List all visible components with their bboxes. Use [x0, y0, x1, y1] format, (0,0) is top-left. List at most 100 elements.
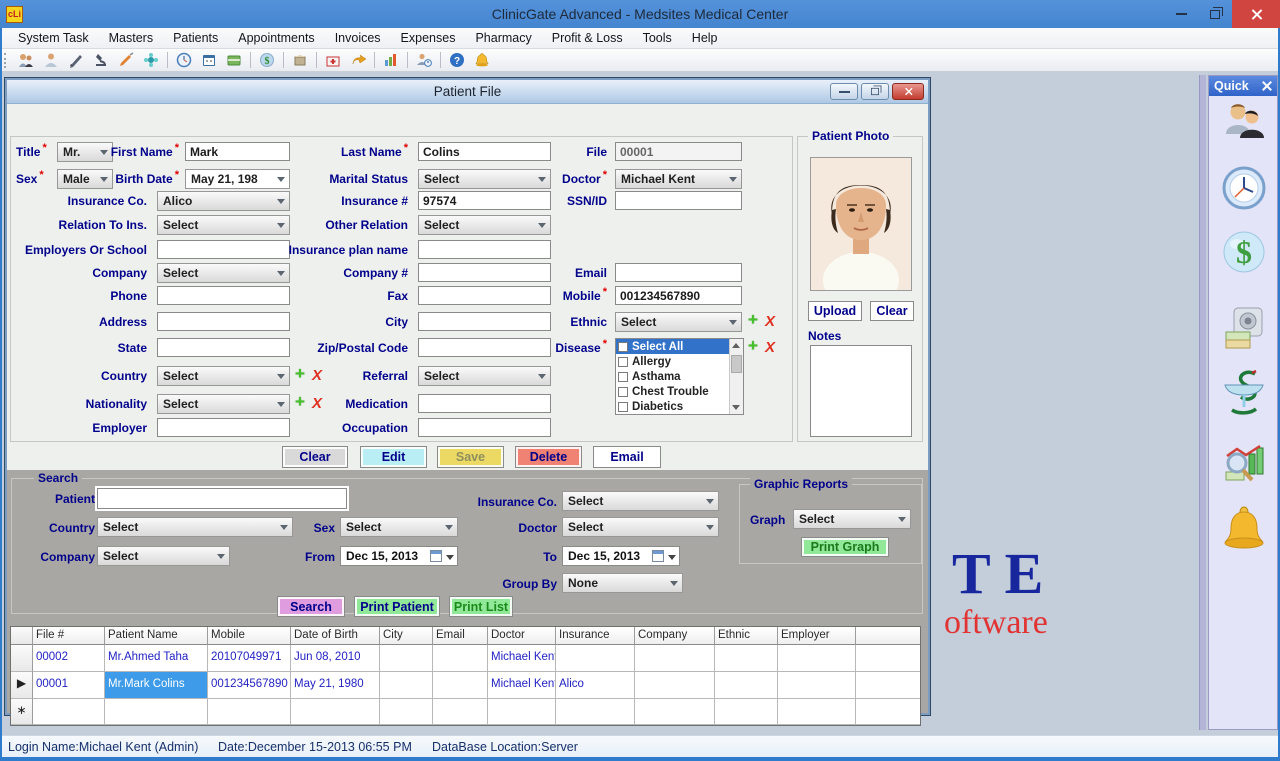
grid-header-email[interactable]: Email	[433, 627, 488, 645]
title-select[interactable]: Mr.	[57, 142, 113, 162]
search-to-date[interactable]: Dec 15, 2013	[562, 546, 680, 566]
disease-option[interactable]: Diabetics	[616, 399, 743, 414]
menu-profit-loss[interactable]: Profit & Loss	[542, 29, 633, 47]
new-row-marker[interactable]: ∗	[11, 699, 33, 725]
ethnic-add-icon[interactable]: +	[748, 310, 758, 330]
birth-date-select[interactable]: May 21, 198	[185, 169, 290, 189]
doctor-icon[interactable]	[42, 51, 60, 69]
billing-dollar-icon[interactable]: $	[1222, 228, 1266, 276]
disease-delete-icon[interactable]: X	[765, 339, 775, 356]
session-icon[interactable]	[415, 51, 433, 69]
pharmacy-icon[interactable]	[324, 51, 342, 69]
cell-dob[interactable]: Jun 08, 2010	[291, 645, 380, 672]
search-button[interactable]: Search	[277, 596, 345, 617]
ssn-input[interactable]	[615, 191, 742, 210]
grid-header-name[interactable]: Patient Name	[105, 627, 208, 645]
fax-input[interactable]	[418, 286, 551, 305]
menu-appointments[interactable]: Appointments	[228, 29, 324, 47]
sex-select[interactable]: Male	[57, 169, 113, 189]
employers-or-school-input[interactable]	[157, 240, 290, 259]
nationality-select[interactable]: Select	[157, 394, 290, 414]
search-country-select[interactable]: Select	[97, 517, 293, 537]
cell-empty[interactable]	[208, 699, 291, 725]
menu-invoices[interactable]: Invoices	[325, 29, 391, 47]
marital-status-select[interactable]: Select	[418, 169, 551, 189]
inner-minimize-button[interactable]	[830, 83, 858, 100]
delete-button[interactable]: Delete	[515, 446, 582, 468]
print-list-button[interactable]: Print List	[449, 596, 513, 617]
cell-email[interactable]	[433, 672, 488, 699]
grid-header-ethnic[interactable]: Ethnic	[715, 627, 778, 645]
address-input[interactable]	[157, 312, 290, 331]
disease-option[interactable]: Asthama	[616, 369, 743, 384]
occupation-input[interactable]	[418, 418, 551, 437]
other-relation-select[interactable]: Select	[418, 215, 551, 235]
prescription-icon[interactable]	[67, 51, 85, 69]
insurance-co-select[interactable]: Alico	[157, 191, 290, 211]
cell-employer[interactable]	[778, 645, 856, 672]
payments-icon[interactable]: $	[258, 51, 276, 69]
cell-employer[interactable]	[778, 672, 856, 699]
grid-header-employer[interactable]: Employer	[778, 627, 856, 645]
insurance-num-input[interactable]: 97574	[418, 191, 551, 210]
grid-header-company[interactable]: Company	[635, 627, 715, 645]
quick-panel-splitter[interactable]	[1199, 75, 1206, 730]
ethnic-select[interactable]: Select	[615, 312, 742, 332]
last-name-input[interactable]: Colins	[418, 142, 551, 161]
print-graph-button[interactable]: Print Graph	[801, 537, 889, 557]
appointments-clock-icon[interactable]	[1222, 164, 1266, 212]
zip-input[interactable]	[418, 338, 551, 357]
row-selector[interactable]	[11, 645, 33, 672]
cell-city[interactable]	[380, 645, 433, 672]
menu-tools[interactable]: Tools	[633, 29, 682, 47]
country-delete-icon[interactable]: X	[312, 367, 322, 384]
insurance-plan-input[interactable]	[418, 240, 551, 259]
group-by-select[interactable]: None	[562, 573, 683, 593]
checkbox-icon[interactable]	[618, 372, 628, 382]
disease-option[interactable]: Select All	[616, 339, 743, 354]
doctor-select[interactable]: Michael Kent	[615, 169, 742, 189]
cell-empty[interactable]	[33, 699, 105, 725]
new-row[interactable]: ∗	[11, 699, 920, 725]
table-row[interactable]: 00002 Mr.Ahmed Taha 20107049971 Jun 08, …	[11, 645, 920, 672]
cell-empty[interactable]	[715, 699, 778, 725]
cash-safe-icon[interactable]	[1222, 304, 1266, 352]
search-company-select[interactable]: Select	[97, 546, 230, 566]
cell-name[interactable]: Mr.Ahmed Taha	[105, 645, 208, 672]
appointments-icon[interactable]	[175, 51, 193, 69]
checkbox-icon[interactable]	[618, 387, 628, 397]
cell-empty[interactable]	[488, 699, 556, 725]
email-input[interactable]	[615, 263, 742, 282]
services-icon[interactable]	[142, 51, 160, 69]
disease-add-icon[interactable]: +	[748, 336, 758, 356]
phone-input[interactable]	[157, 286, 290, 305]
close-button[interactable]	[1232, 0, 1280, 28]
medication-input[interactable]	[418, 394, 551, 413]
country-select[interactable]: Select	[157, 366, 290, 386]
cell-doctor[interactable]: Michael Kent	[488, 645, 556, 672]
checkbox-icon[interactable]	[618, 402, 628, 412]
cell-city[interactable]	[380, 672, 433, 699]
grid-header-mobile[interactable]: Mobile	[208, 627, 291, 645]
patients-icon[interactable]	[17, 51, 35, 69]
cell-doctor[interactable]: Michael Kent	[488, 672, 556, 699]
cell-insurance[interactable]: Alico	[556, 672, 635, 699]
inner-restore-button[interactable]	[861, 83, 889, 100]
photo-upload-button[interactable]: Upload	[808, 301, 862, 321]
patients-icon[interactable]	[1222, 100, 1266, 148]
employer-input[interactable]	[157, 418, 290, 437]
company-select[interactable]: Select	[157, 263, 290, 283]
menu-system-task[interactable]: System Task	[8, 29, 99, 47]
lab-icon[interactable]	[92, 51, 110, 69]
help-icon[interactable]: ?	[448, 51, 466, 69]
notes-textarea[interactable]	[810, 345, 912, 437]
cell-file[interactable]: 00001	[33, 672, 105, 699]
menu-pharmacy[interactable]: Pharmacy	[465, 29, 541, 47]
calendar-icon[interactable]	[200, 51, 218, 69]
disease-option[interactable]: Allergy	[616, 354, 743, 369]
save-button[interactable]: Save	[437, 446, 504, 468]
ethnic-delete-icon[interactable]: X	[765, 313, 775, 330]
menu-help[interactable]: Help	[682, 29, 728, 47]
cell-name-selected[interactable]: Mr.Mark Colins	[105, 672, 208, 699]
cell-company[interactable]	[635, 672, 715, 699]
